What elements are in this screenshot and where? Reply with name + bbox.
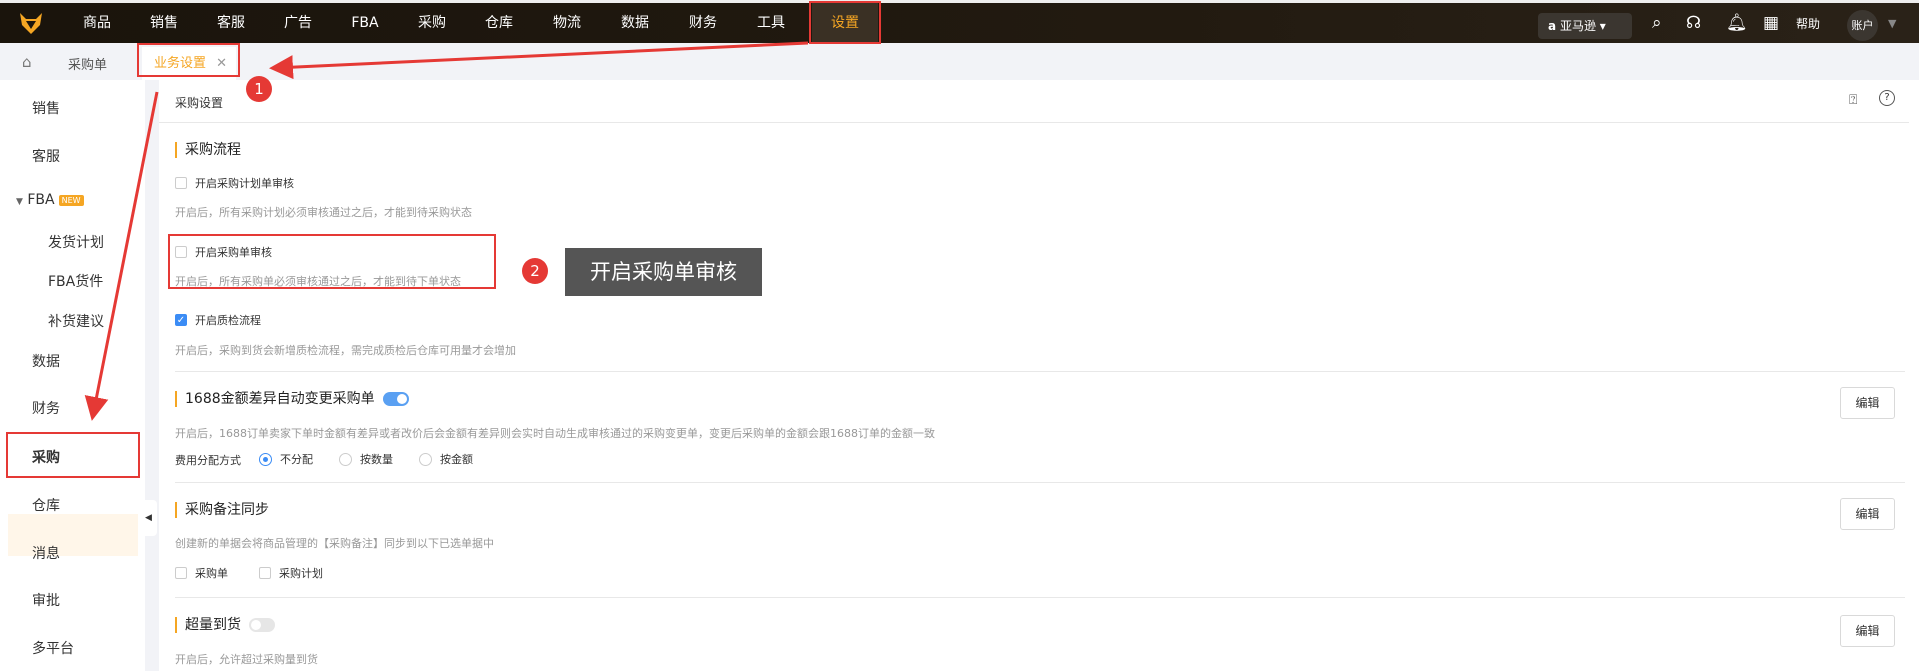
checkbox-label: 采购计划	[279, 567, 323, 580]
checkbox-box[interactable]	[175, 177, 187, 189]
sidebar-item-restock[interactable]: 补货建议	[48, 311, 104, 331]
sidebar-item-fba-shipment[interactable]: FBA货件	[48, 271, 103, 291]
divider	[175, 371, 1905, 372]
radio-selected[interactable]	[259, 452, 272, 466]
caret-down-icon: ▼	[16, 197, 23, 207]
radio[interactable]	[339, 452, 352, 466]
help-link[interactable]: 帮助	[1796, 15, 1820, 32]
sidebar-item-data[interactable]: 数据	[32, 351, 60, 371]
sidebar-selected-bg	[8, 514, 138, 556]
edit-button[interactable]: 编辑	[1840, 498, 1895, 530]
fee-label: 费用分配方式	[175, 452, 241, 468]
highlight-box-settings	[809, 1, 881, 44]
marketplace-label: 亚马逊	[1559, 19, 1596, 33]
sidebar-item-service[interactable]: 客服	[32, 146, 60, 166]
radio-label: 按数量	[360, 453, 393, 466]
collapse-sidebar-icon[interactable]: ◀	[145, 500, 157, 536]
radio[interactable]	[419, 452, 432, 466]
step-badge-2: 2	[522, 258, 548, 284]
checkbox-label: 采购单	[195, 567, 228, 580]
section-title-1688: 1688金额差异自动变更采购单	[175, 391, 409, 407]
nav-item-products[interactable]: 商品	[67, 3, 127, 43]
highlight-box-tab	[137, 43, 240, 77]
page-title: 采购设置	[175, 96, 224, 110]
section-title-remark: 采购备注同步	[175, 502, 269, 518]
checkbox-checked[interactable]: ✓	[175, 314, 187, 326]
section-label: 1688金额差异自动变更采购单	[185, 391, 375, 407]
edit-button[interactable]: 编辑	[1840, 387, 1895, 419]
apps-grid-icon[interactable]: ▦	[1763, 13, 1779, 33]
doc-help-icon[interactable]: ⍰	[1849, 92, 1857, 108]
nav-item-sales[interactable]: 销售	[134, 3, 194, 43]
radio-no-allocate[interactable]: 不分配	[259, 451, 313, 467]
divider	[159, 122, 1909, 123]
sidebar-label: FBA	[27, 192, 55, 208]
radio-by-amount[interactable]: 按金额	[419, 451, 473, 467]
section-title-flow: 采购流程	[175, 142, 241, 158]
amazon-icon: a	[1548, 19, 1557, 33]
checkbox-label: 开启质检流程	[195, 314, 261, 327]
radio-label: 按金额	[440, 453, 473, 466]
bell-icon[interactable]: 🔔︎	[1726, 13, 1748, 33]
top-nav-bar: 商品 销售 客服 广告 FBA 采购 仓库 物流 数据 财务 工具 设置 a 亚…	[0, 0, 1919, 43]
chevron-down-icon: ▾	[1599, 19, 1606, 33]
section-title-over: 超量到货	[175, 617, 275, 633]
checkbox-box[interactable]	[259, 567, 271, 579]
logo-icon	[20, 13, 42, 34]
description: 开启后，允许超过采购量到货	[175, 653, 318, 666]
description: 开启后，采购到货会新增质检流程，需完成质检后仓库可用量才会增加	[175, 344, 516, 357]
sidebar-item-shipment-plan[interactable]: 发货计划	[48, 232, 104, 252]
sidebar-item-fba[interactable]: ▼ FBA NEW	[16, 192, 84, 208]
tab-bar: ⌂ 采购单 业务设置 ✕	[0, 43, 1919, 80]
checkbox-qc-flow[interactable]: ✓ 开启质检流程	[175, 312, 261, 328]
toggle-over-receipt[interactable]	[249, 618, 275, 632]
settings-panel: 采购设置 ⍰ ? 采购流程 开启采购计划单审核 开启后，所有采购计划必须审核通过…	[159, 80, 1919, 671]
checkbox-plan-review[interactable]: 开启采购计划单审核	[175, 175, 294, 191]
search-icon[interactable]: ⌕	[1652, 13, 1662, 33]
nav-item-data[interactable]: 数据	[605, 3, 665, 43]
highlight-box-sidebar	[6, 432, 140, 478]
home-icon[interactable]: ⌂	[22, 53, 32, 71]
nav-item-purchase[interactable]: 采购	[402, 3, 462, 43]
description: 开启后，1688订单卖家下单时金额有差异或者改价后会金额有差异则会实时自动生成审…	[175, 427, 935, 440]
checkbox-purchase-plan[interactable]: 采购计划	[259, 565, 323, 581]
section-label: 超量到货	[185, 617, 241, 633]
checkbox-purchase-order[interactable]: 采购单	[175, 565, 228, 581]
checkbox-box[interactable]	[175, 567, 187, 579]
nav-item-fba[interactable]: FBA	[335, 3, 395, 43]
new-badge: NEW	[58, 194, 84, 206]
sidebar-item-approval[interactable]: 审批	[32, 590, 60, 610]
nav-item-warehouse[interactable]: 仓库	[469, 3, 529, 43]
nav-item-ads[interactable]: 广告	[268, 3, 328, 43]
sidebar-item-sales[interactable]: 销售	[32, 98, 60, 118]
marketplace-select[interactable]: a 亚马逊 ▾	[1538, 13, 1632, 39]
description: 创建新的单据会将商品管理的【采购备注】同步到以下已选单据中	[175, 537, 494, 550]
annotation-tooltip: 开启采购单审核	[565, 248, 762, 296]
sidebar-item-messages[interactable]: 消息	[32, 543, 60, 563]
divider	[175, 482, 1905, 483]
radio-by-quantity[interactable]: 按数量	[339, 451, 393, 467]
sidebar-item-finance[interactable]: 财务	[32, 398, 60, 418]
radio-label: 不分配	[280, 453, 313, 466]
step-badge-1: 1	[246, 76, 272, 102]
sidebar-item-warehouse[interactable]: 仓库	[32, 495, 60, 515]
tab-purchase-order[interactable]: 采购单	[68, 54, 107, 73]
account-chevron-icon[interactable]: ▼	[1888, 17, 1896, 30]
highlight-box-checkbox	[168, 234, 496, 289]
checkbox-label: 开启采购计划单审核	[195, 177, 294, 190]
sidebar: 销售 客服 ▼ FBA NEW 发货计划 FBA货件 补货建议 数据 财务 采购 …	[0, 80, 145, 671]
help-icon[interactable]: ?	[1879, 90, 1895, 106]
nav-item-service[interactable]: 客服	[201, 3, 261, 43]
nav-item-finance[interactable]: 财务	[673, 3, 733, 43]
account-avatar[interactable]: 账户	[1847, 10, 1878, 41]
divider	[175, 597, 1905, 598]
toggle-1688[interactable]	[382, 392, 409, 406]
edit-button[interactable]: 编辑	[1840, 615, 1895, 647]
nav-item-tools[interactable]: 工具	[741, 3, 801, 43]
headset-icon[interactable]: ☊	[1686, 13, 1701, 33]
label: 费用分配方式	[175, 454, 241, 467]
description: 开启后，所有采购计划必须审核通过之后，才能到待采购状态	[175, 206, 472, 219]
nav-item-logistics[interactable]: 物流	[537, 3, 597, 43]
sidebar-item-multiplatform[interactable]: 多平台	[32, 638, 74, 658]
